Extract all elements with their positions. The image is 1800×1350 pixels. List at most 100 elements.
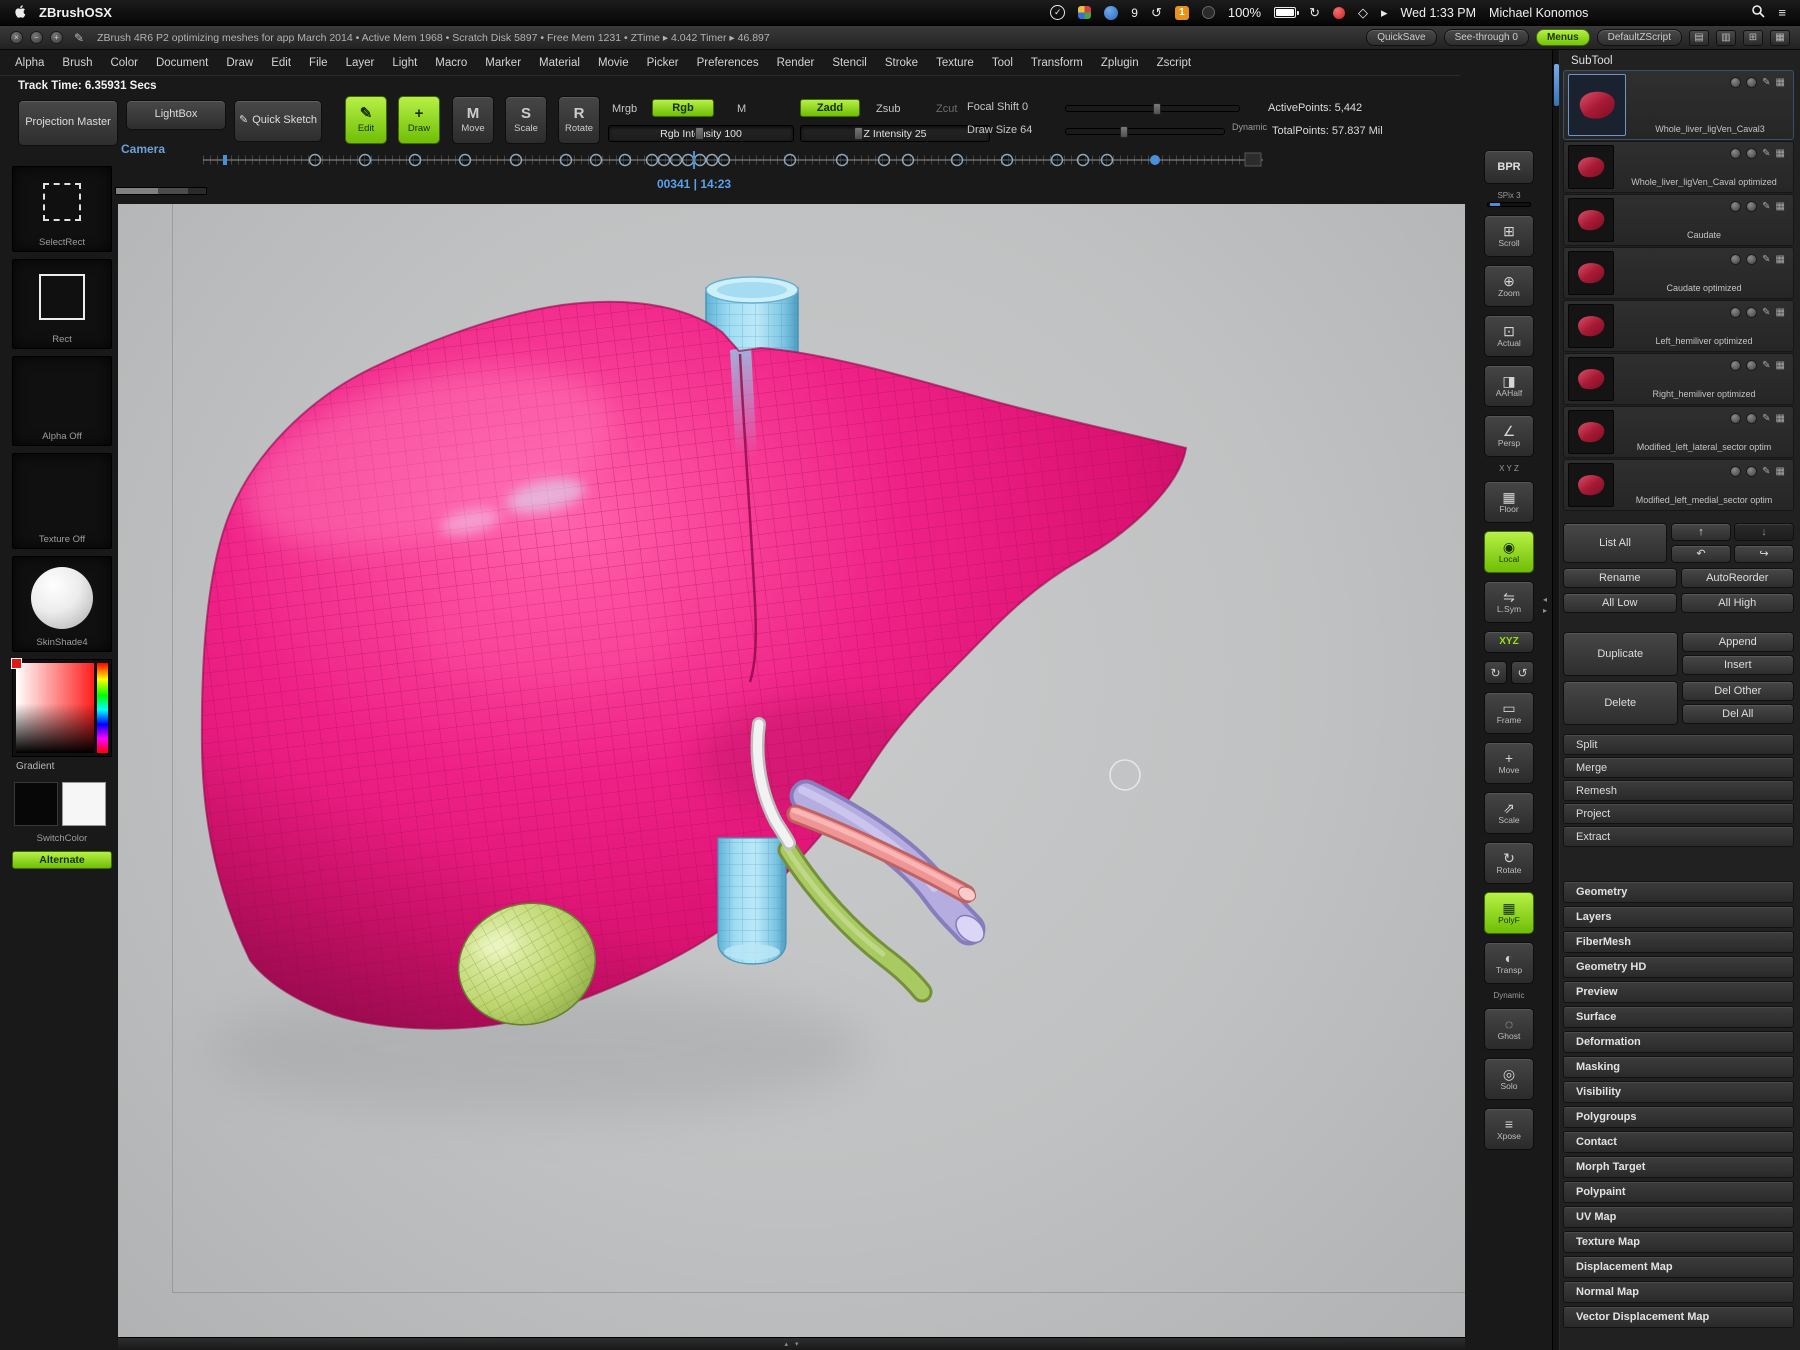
rotate-ccw-button[interactable]: ↺	[1511, 661, 1534, 684]
menu-item[interactable]: Light	[383, 57, 426, 69]
menu-item[interactable]: Transform	[1022, 57, 1092, 69]
menu-item[interactable]: File	[300, 57, 337, 69]
scroll-up-icon[interactable]: ▴	[784, 1340, 788, 1348]
xyz-button[interactable]: XYZ	[1484, 631, 1534, 653]
close-window-icon[interactable]: ×	[10, 31, 23, 44]
document-canvas[interactable]	[118, 204, 1465, 1337]
frame-button[interactable]: ▭ Frame	[1484, 692, 1534, 734]
subtool-thumbnail[interactable]	[1568, 198, 1614, 242]
subtool-thumbnail[interactable]	[1568, 74, 1626, 136]
bpr-button[interactable]: BPR	[1484, 150, 1534, 184]
timeline-ruler[interactable]: 00341 | 14:23	[203, 144, 1273, 200]
time-machine-icon[interactable]: ↻	[1309, 6, 1320, 19]
rgb-intensity-slider[interactable]: Rgb Intensity 100	[608, 125, 794, 142]
pen-icon[interactable]: ✎	[1762, 360, 1770, 371]
tool-palette-section[interactable]: Displacement Map	[1563, 1256, 1794, 1278]
scale-mode-button[interactable]: S Scale	[505, 96, 547, 144]
tool-palette-section[interactable]: FiberMesh	[1563, 931, 1794, 953]
tool-palette-section[interactable]: Geometry	[1563, 881, 1794, 903]
subtool-section-bar[interactable]: Extract	[1563, 826, 1794, 847]
panel-scrollbar[interactable]	[1553, 50, 1560, 1350]
default-zscript-button[interactable]: DefaultZScript	[1596, 29, 1682, 46]
secondary-color-swatch[interactable]	[62, 782, 106, 826]
floor-button[interactable]: ▦ Floor	[1484, 481, 1534, 523]
subtool-item[interactable]: ✎ ▦ Right_hemiliver optimized	[1563, 353, 1794, 405]
subtool-item[interactable]: ✎ ▦ Modified_left_lateral_sector optim	[1563, 406, 1794, 458]
aahalf-button[interactable]: ◨ AAHalf	[1484, 365, 1534, 407]
tool-palette-section[interactable]: Normal Map	[1563, 1281, 1794, 1303]
zcut-toggle[interactable]: Zcut	[936, 103, 957, 115]
select-up-button[interactable]: ↑	[1671, 523, 1731, 541]
polyframe-mini-icon[interactable]: ▦	[1776, 307, 1785, 318]
tool-palette-section[interactable]: Morph Target	[1563, 1156, 1794, 1178]
del-all-button[interactable]: Del All	[1681, 704, 1794, 724]
dynamic-label[interactable]: Dynamic	[1232, 122, 1267, 132]
persp-button[interactable]: ∠ Persp	[1484, 415, 1534, 457]
paint-toggle-icon[interactable]	[1746, 466, 1758, 477]
all-high-button[interactable]: All High	[1680, 593, 1794, 613]
draw-size-handle[interactable]	[1119, 126, 1128, 138]
scroll-down-icon[interactable]: ▾	[795, 1340, 799, 1348]
menubar-clock[interactable]: Wed 1:33 PM	[1401, 6, 1477, 20]
move-mode-button[interactable]: M Move	[452, 96, 494, 144]
subtool-item[interactable]: ✎ ▦ Caudate	[1563, 194, 1794, 246]
rotate-3d-button[interactable]: ↻ Rotate	[1484, 842, 1534, 884]
material-selector[interactable]: SkinShade4	[12, 556, 112, 652]
subtool-item[interactable]: ✎ ▦ Whole_liver_ligVen_Caval optimized	[1563, 141, 1794, 193]
liver-model[interactable]	[200, 300, 1187, 1030]
select-down-button[interactable]: ↓	[1734, 523, 1794, 541]
minimize-window-icon[interactable]: −	[30, 31, 43, 44]
camera-track-label[interactable]: Camera	[121, 142, 165, 156]
subtool-thumbnail[interactable]	[1568, 251, 1614, 295]
zoom-button[interactable]: ⊕ Zoom	[1484, 265, 1534, 307]
menu-item[interactable]: Zscript	[1148, 57, 1201, 69]
delete-button[interactable]: Delete	[1563, 681, 1678, 725]
primary-color-swatch[interactable]	[14, 782, 58, 826]
lightbox-button[interactable]: LightBox	[126, 100, 226, 130]
zsub-toggle[interactable]: Zsub	[876, 103, 900, 115]
polyframe-button[interactable]: ▦ PolyF	[1484, 892, 1534, 934]
timeline-end-button[interactable]	[1244, 152, 1262, 167]
panel-divider-toggle[interactable]: ◂ ▸	[1543, 596, 1547, 615]
spotlight-search-icon[interactable]	[1751, 4, 1765, 21]
stroke-rect-selector[interactable]: Rect	[12, 259, 112, 349]
paint-toggle-icon[interactable]	[1746, 254, 1758, 265]
polyframe-mini-icon[interactable]: ▦	[1776, 201, 1785, 212]
color-profile-icon[interactable]	[1078, 6, 1092, 19]
subtool-item[interactable]: ✎ ▦ Left_hemiliver optimized	[1563, 300, 1794, 352]
spix-control[interactable]: SPix 3	[1487, 192, 1531, 207]
pen-icon[interactable]: ✎	[1762, 254, 1770, 265]
sync-check-icon[interactable]: ✓	[1050, 5, 1066, 20]
lsym-button[interactable]: ⇋ L.Sym	[1484, 581, 1534, 623]
arrow-menu-icon[interactable]: ▸	[1381, 6, 1388, 19]
solo-button[interactable]: ◎ Solo	[1484, 1058, 1534, 1100]
eye-toggle-icon[interactable]	[1730, 254, 1742, 265]
draw-size-slider[interactable]	[1065, 126, 1225, 138]
subtool-header[interactable]: SubTool	[1563, 52, 1794, 70]
tool-palette-section[interactable]: UV Map	[1563, 1206, 1794, 1228]
menu-item[interactable]: Macro	[426, 57, 476, 69]
subtool-section-bar[interactable]: Project	[1563, 803, 1794, 824]
zadd-toggle[interactable]: Zadd	[800, 99, 860, 117]
canvas-bottom-scrollbar[interactable]: ▴ ▾	[118, 1337, 1465, 1350]
history-swirl-icon[interactable]: ↺	[1151, 6, 1162, 19]
polyframe-mini-icon[interactable]: ▦	[1776, 413, 1785, 424]
menu-item[interactable]: Material	[530, 57, 589, 69]
z-intensity-handle[interactable]	[853, 127, 863, 140]
subtool-thumbnail[interactable]	[1568, 304, 1614, 348]
menu-item[interactable]: Layer	[337, 57, 384, 69]
notification-center-icon[interactable]: ≡	[1778, 6, 1786, 19]
draw-size-label[interactable]: Draw Size 64	[967, 124, 1032, 136]
pen-icon[interactable]: ✎	[1762, 413, 1770, 424]
diamond-menu-icon[interactable]: ◇	[1358, 6, 1368, 19]
menu-item[interactable]: Picker	[638, 57, 688, 69]
eye-toggle-icon[interactable]	[1730, 360, 1742, 371]
local-button[interactable]: ◉ Local	[1484, 531, 1534, 573]
see-through-slider[interactable]: See-through 0	[1443, 29, 1529, 46]
subtool-item[interactable]: ✎ ▦ Caudate optimized	[1563, 247, 1794, 299]
eye-toggle-icon[interactable]	[1730, 307, 1742, 318]
menu-item[interactable]: Stencil	[823, 57, 876, 69]
tool-palette-section[interactable]: Preview	[1563, 981, 1794, 1003]
z-intensity-slider[interactable]: Z Intensity 25	[800, 125, 990, 142]
layout-icon-1[interactable]: ▤	[1689, 29, 1709, 46]
